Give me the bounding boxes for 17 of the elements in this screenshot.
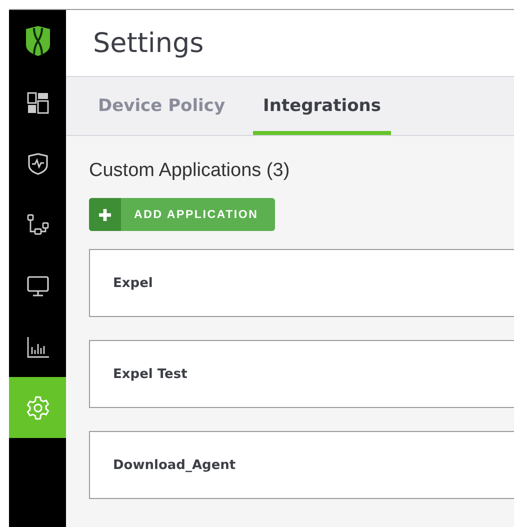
- tab[interactable]: Integrations: [253, 77, 391, 135]
- network-icon: [26, 212, 50, 236]
- settings-icon: [24, 394, 50, 420]
- application-card[interactable]: Expel: [89, 249, 514, 317]
- monitor-icon: [26, 274, 50, 298]
- shield-icon: [26, 152, 50, 176]
- page-title: Settings: [93, 28, 204, 58]
- application-card[interactable]: Expel Test: [89, 340, 514, 408]
- section-title: Custom Applications (3): [89, 160, 290, 182]
- logo-icon: [24, 25, 50, 57]
- bar-chart-icon: [26, 334, 50, 358]
- dashboard-icon: [26, 90, 50, 114]
- application-name: Expel Test: [113, 366, 188, 382]
- application-card[interactable]: Download_Agent: [89, 431, 514, 499]
- plus-icon: [98, 208, 112, 222]
- application-name: Download_Agent: [113, 458, 236, 472]
- application-name: Expel: [113, 276, 153, 290]
